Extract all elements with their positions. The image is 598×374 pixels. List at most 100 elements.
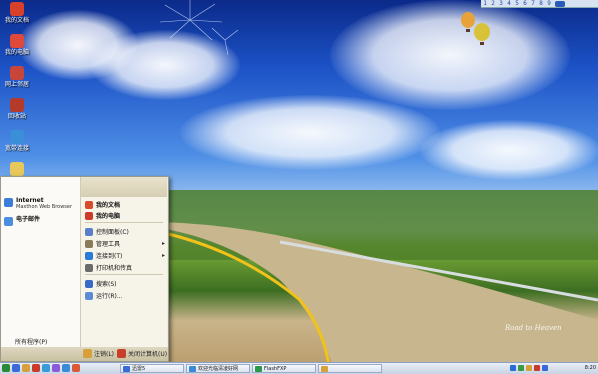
recycle-bin-icon bbox=[10, 98, 24, 112]
menu-separator bbox=[85, 274, 163, 275]
start-button-icon[interactable] bbox=[2, 364, 10, 372]
email-icon bbox=[4, 217, 13, 226]
my-documents-icon bbox=[10, 2, 24, 16]
menu-item-label: 搜索(S) bbox=[96, 281, 117, 288]
bar-logo-icon[interactable] bbox=[555, 0, 565, 7]
quicklaunch-browser-icon[interactable] bbox=[62, 364, 70, 372]
admin-tools-icon bbox=[85, 239, 93, 248]
logoff-button[interactable]: 注销(L) bbox=[83, 349, 114, 358]
pinned-title: 电子邮件 bbox=[16, 216, 41, 223]
desktop-number-7[interactable]: 7 bbox=[529, 0, 537, 7]
desktop-number-3[interactable]: 3 bbox=[497, 0, 505, 7]
menu-item-my-documents[interactable]: 我的文档 bbox=[85, 200, 165, 209]
task-label: 欢迎光临清凌好网 bbox=[198, 366, 239, 372]
desktop-number-1[interactable]: 1 bbox=[481, 0, 489, 7]
volume-icon[interactable] bbox=[526, 365, 532, 371]
firework-graphic bbox=[159, 0, 239, 56]
wallpaper-watermark: Road to Heaven bbox=[504, 324, 562, 332]
start-menu-pinned-panel: Internet Maxthon Web Browser 电子邮件 所有程序(P… bbox=[1, 177, 81, 347]
shutdown-button[interactable]: 关闭计算机(U) bbox=[117, 349, 167, 358]
menu-item-printers[interactable]: 打印机和传真 bbox=[85, 263, 165, 272]
my-computer-icon bbox=[10, 34, 24, 48]
menu-item-label: 打印机和传真 bbox=[96, 265, 133, 272]
quicklaunch-folder-icon[interactable] bbox=[22, 364, 30, 372]
desktop-number-2[interactable]: 2 bbox=[489, 0, 497, 7]
hot-air-balloon-graphic bbox=[461, 12, 490, 45]
desktop-icon-label: 回收站 bbox=[7, 113, 26, 120]
menu-item-search[interactable]: 搜索(S) bbox=[85, 279, 165, 288]
folder-icon bbox=[10, 162, 24, 176]
desktop-number-9[interactable]: 9 bbox=[545, 0, 553, 7]
menu-item-label: 管理工具 bbox=[96, 241, 121, 248]
printer-icon bbox=[85, 263, 93, 272]
network-status-icon[interactable] bbox=[518, 365, 524, 371]
taskbar-button-window[interactable] bbox=[318, 364, 382, 373]
desktop-icon-broadband[interactable]: 宽带连接 bbox=[0, 130, 34, 153]
control-panel-icon bbox=[85, 227, 93, 236]
pinned-internet[interactable]: Internet Maxthon Web Browser bbox=[4, 197, 72, 210]
desktop-icon-network[interactable]: 网上邻居 bbox=[0, 66, 34, 89]
menu-separator bbox=[85, 222, 163, 223]
taskbar-button-browser[interactable]: 欢迎光临清凌好网 bbox=[186, 364, 250, 373]
my-computer-icon bbox=[85, 211, 93, 220]
window-icon bbox=[321, 366, 328, 372]
task-label: 迅雷5 bbox=[132, 366, 146, 372]
submenu-arrow-icon: ▸ bbox=[161, 240, 165, 247]
input-method-icon[interactable] bbox=[542, 365, 548, 371]
thunder-icon bbox=[123, 366, 130, 372]
menu-item-label: 运行(R)... bbox=[96, 293, 123, 300]
quicklaunch-desktop-icon[interactable] bbox=[42, 364, 50, 372]
virtual-desktop-bar: 1 2 3 4 5 6 7 8 9 bbox=[481, 0, 598, 8]
desktop-icon-recycle-bin[interactable]: 回收站 bbox=[0, 98, 34, 121]
start-menu-places-panel: 我的文档 我的电脑 控制面板(C) 管理工具 ▸ 连接到(T) ▸ 打印机和传真 bbox=[81, 197, 167, 347]
tree-line bbox=[160, 190, 598, 260]
desktop-number-8[interactable]: 8 bbox=[537, 0, 545, 7]
system-clock[interactable]: 8:20 bbox=[585, 363, 596, 373]
my-documents-icon bbox=[85, 200, 93, 209]
shutdown-label: 关闭计算机(U) bbox=[128, 351, 168, 358]
task-label: FlashFXP bbox=[264, 366, 287, 372]
menu-item-connect-to[interactable]: 连接到(T) ▸ bbox=[85, 251, 165, 260]
run-icon bbox=[85, 291, 93, 300]
menu-item-my-computer[interactable]: 我的电脑 bbox=[85, 211, 165, 220]
menu-item-label: 控制面板(C) bbox=[96, 229, 129, 236]
quicklaunch-tool-icon[interactable] bbox=[72, 364, 80, 372]
start-menu-header bbox=[81, 177, 167, 197]
menu-item-label: 我的电脑 bbox=[96, 213, 121, 220]
menu-item-admin-tools[interactable]: 管理工具 ▸ bbox=[85, 239, 165, 248]
flashfxp-icon bbox=[255, 366, 262, 372]
desktop-number-4[interactable]: 4 bbox=[505, 0, 513, 7]
taskbar-button-thunder[interactable]: 迅雷5 bbox=[120, 364, 184, 373]
broadband-connection-icon bbox=[10, 130, 24, 144]
menu-item-label: 我的文档 bbox=[96, 202, 121, 209]
pinned-subtitle: Maxthon Web Browser bbox=[16, 204, 73, 210]
quicklaunch-ie-icon[interactable] bbox=[12, 364, 20, 372]
quicklaunch-app-icon[interactable] bbox=[52, 364, 60, 372]
maxthon-icon bbox=[4, 198, 13, 207]
pinned-title: Internet bbox=[16, 197, 44, 204]
connect-to-icon bbox=[85, 251, 93, 260]
menu-item-run[interactable]: 运行(R)... bbox=[85, 291, 165, 300]
all-programs-button[interactable]: 所有程序(P) bbox=[15, 337, 47, 346]
desktop-icon-folder[interactable] bbox=[0, 162, 34, 177]
pinned-email[interactable]: 电子邮件 bbox=[4, 216, 40, 226]
desktop-icon-label: 我的电脑 bbox=[4, 49, 29, 56]
logoff-icon bbox=[83, 349, 92, 358]
menu-item-label: 连接到(T) bbox=[96, 253, 123, 260]
start-menu: Internet Maxthon Web Browser 电子邮件 所有程序(P… bbox=[0, 176, 169, 362]
submenu-arrow-icon: ▸ bbox=[161, 252, 165, 259]
quicklaunch-media-icon[interactable] bbox=[32, 364, 40, 372]
network-icon bbox=[10, 66, 24, 80]
desktop-icon-label: 宽带连接 bbox=[4, 145, 29, 152]
desktop-icon-my-computer[interactable]: 我的电脑 bbox=[0, 34, 34, 57]
desktop-icon-label: 网上邻居 bbox=[4, 81, 29, 88]
browser-icon bbox=[189, 366, 196, 372]
antivirus-icon[interactable] bbox=[534, 365, 540, 371]
taskbar-button-flashfxp[interactable]: FlashFXP bbox=[252, 364, 316, 373]
menu-item-control-panel[interactable]: 控制面板(C) bbox=[85, 227, 165, 236]
desktop-icon-my-documents[interactable]: 我的文档 bbox=[0, 2, 34, 25]
desktop-number-6[interactable]: 6 bbox=[521, 0, 529, 7]
power-icon bbox=[117, 349, 126, 358]
desktop-number-5[interactable]: 5 bbox=[513, 0, 521, 7]
qq-icon[interactable] bbox=[510, 365, 516, 371]
